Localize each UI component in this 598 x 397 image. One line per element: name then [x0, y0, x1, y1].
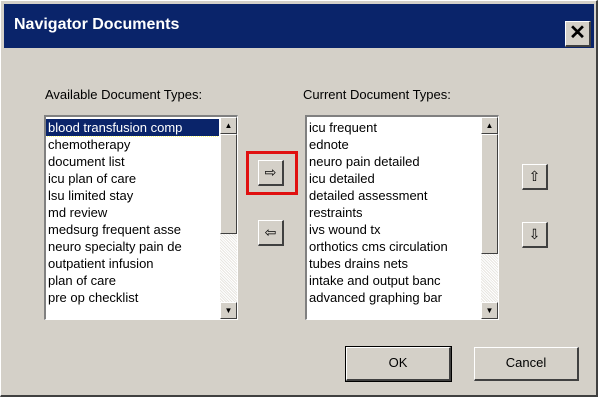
- list-item[interactable]: md review: [46, 204, 219, 221]
- list-item[interactable]: neuro pain detailed: [307, 153, 480, 170]
- list-item[interactable]: ednote: [307, 136, 480, 153]
- arrow-left-icon: ⇦: [264, 224, 277, 240]
- current-scroll-thumb[interactable]: [481, 134, 498, 254]
- available-scroll-thumb[interactable]: [220, 134, 237, 234]
- list-item[interactable]: detailed assessment: [307, 187, 480, 204]
- available-types-listbox[interactable]: blood transfusion comp chemotherapy docume…: [44, 115, 238, 320]
- list-item[interactable]: restraints: [307, 204, 480, 221]
- current-scroll-up-button[interactable]: ▲: [481, 117, 498, 134]
- arrow-down-icon: ▼: [224, 306, 233, 315]
- list-item[interactable]: lsu limited stay: [46, 187, 219, 204]
- move-up-button[interactable]: ⇧: [522, 164, 548, 190]
- title-bar[interactable]: Navigator Documents ✕: [4, 4, 594, 48]
- current-types-listbox[interactable]: icu frequent ednote neuro pain detailed icu…: [305, 115, 499, 320]
- move-down-button[interactable]: ⇩: [522, 222, 548, 248]
- list-item[interactable]: chemotherapy: [46, 136, 219, 153]
- cancel-button[interactable]: Cancel: [474, 347, 579, 381]
- remove-document-type-button[interactable]: ⇦: [258, 220, 284, 246]
- available-scroll-down-button[interactable]: ▼: [220, 302, 237, 319]
- list-item[interactable]: tubes drains nets: [307, 255, 480, 272]
- list-item[interactable]: icu plan of care: [46, 170, 219, 187]
- arrow-down-icon: ⇩: [528, 226, 541, 242]
- list-item[interactable]: plan of care: [46, 272, 219, 289]
- current-scrollbar[interactable]: ▲ ▼: [481, 117, 498, 319]
- list-item[interactable]: outpatient infusion: [46, 255, 219, 272]
- available-types-label: Available Document Types:: [45, 87, 203, 102]
- close-icon: ✕: [569, 22, 586, 44]
- list-item[interactable]: icu frequent: [307, 119, 480, 136]
- list-item[interactable]: intake and output banc: [307, 272, 480, 289]
- add-document-type-button[interactable]: ⇨: [258, 160, 284, 186]
- list-item[interactable]: pre op checklist: [46, 289, 219, 306]
- cancel-button-label: Cancel: [505, 355, 547, 370]
- current-scroll-down-button[interactable]: ▼: [481, 302, 498, 319]
- current-types-items: icu frequent ednote neuro pain detailed icu…: [307, 119, 480, 306]
- window-title: Navigator Documents: [14, 16, 180, 33]
- ok-button[interactable]: OK: [345, 346, 452, 382]
- close-button[interactable]: ✕: [565, 21, 591, 47]
- available-types-items: blood transfusion comp chemotherapy docume…: [46, 119, 219, 306]
- arrow-up-icon: ▲: [485, 121, 494, 130]
- arrow-right-icon: ⇨: [264, 164, 277, 180]
- list-item[interactable]: medsurg frequent asse: [46, 221, 219, 238]
- arrow-up-icon: ⇧: [528, 168, 541, 184]
- list-item[interactable]: blood transfusion comp: [46, 119, 219, 137]
- arrow-down-icon: ▼: [485, 306, 494, 315]
- ok-button-label: OK: [388, 355, 408, 370]
- list-item[interactable]: icu detailed: [307, 170, 480, 187]
- list-item[interactable]: orthotics cms circulation: [307, 238, 480, 255]
- list-item[interactable]: advanced graphing bar: [307, 289, 480, 306]
- navigator-documents-dialog: Navigator Documents ✕ Available Document…: [0, 0, 598, 397]
- list-item[interactable]: document list: [46, 153, 219, 170]
- available-scrollbar[interactable]: ▲ ▼: [220, 117, 237, 319]
- list-item[interactable]: neuro specialty pain de: [46, 238, 219, 255]
- available-scroll-up-button[interactable]: ▲: [220, 117, 237, 134]
- list-item[interactable]: ivs wound tx: [307, 221, 480, 238]
- arrow-up-icon: ▲: [224, 121, 233, 130]
- current-types-label: Current Document Types:: [303, 87, 451, 102]
